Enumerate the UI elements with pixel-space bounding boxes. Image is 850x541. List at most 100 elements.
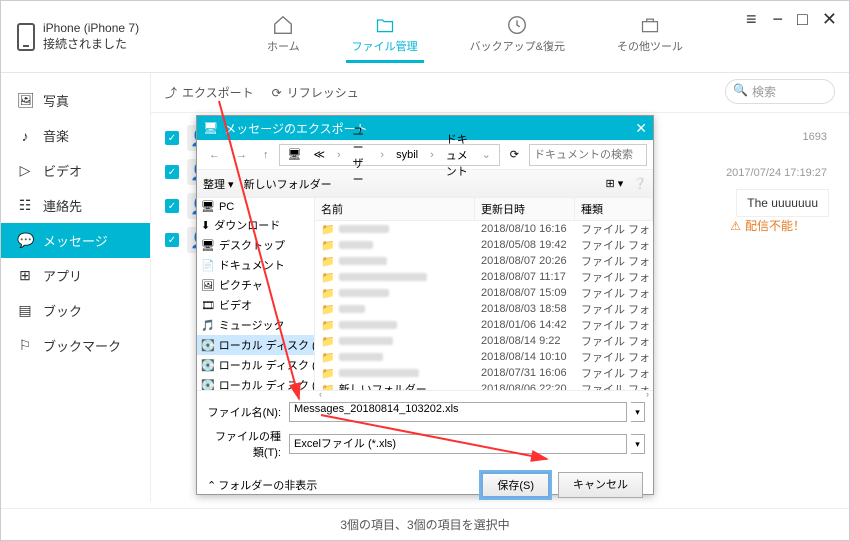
file-type: ファイル フォ [575,269,653,285]
file-row[interactable]: 📁 2018/08/14 10:10ファイル フォ [315,349,653,365]
search-input[interactable]: 検索 [725,79,835,104]
export-icon: ⤴ [165,84,177,101]
file-type: ファイル フォ [575,237,653,253]
sidebar-item-video[interactable]: ▷ビデオ [1,153,150,188]
help-button[interactable]: ❔ [633,177,647,190]
new-folder-button[interactable]: 新しいフォルダー [244,176,332,192]
col-date[interactable]: 更新日時 [475,198,575,220]
file-row[interactable]: 📁2018/08/07 15:09ファイル フォ [315,285,653,301]
tab-files[interactable]: ファイル管理 [346,10,424,63]
file-row[interactable]: 📁2018/08/03 18:58ファイル フォ [315,301,653,317]
tab-backup[interactable]: バックアップ&復元 [464,10,571,63]
dialog-path-bar: ← → ↑ 🖥 ≪› ユーザー› sybil› ドキュメント ⌄ ⟳ [197,140,653,170]
sidebar-item-books[interactable]: ▤ブック [1,293,150,328]
app-window: ≡ − □ ✕ iPhone (iPhone 7) 接続されました ホーム [0,0,850,541]
tree-item-label: ミュージック [219,317,285,333]
tree-item-icon: 📄 [201,259,215,272]
file-row[interactable]: 📁2018/08/10 16:16ファイル フォ [315,221,653,237]
folder-icon: 📁 [321,383,335,391]
window-controls: ≡ − □ ✕ [746,9,837,30]
file-row[interactable]: 📁2018/08/07 11:17ファイル フォ [315,269,653,285]
tree-item[interactable]: 🎵ミュージック [197,315,314,335]
file-row[interactable]: 📁2018/01/06 14:42ファイル フォ [315,317,653,333]
tree-item[interactable]: ⬇ダウンロード [197,215,314,235]
tree-item[interactable]: 🎞ビデオ [197,295,314,315]
sidebar-item-music[interactable]: ♪音楽 [1,118,150,153]
tree-item[interactable]: 🖥PC [197,198,314,215]
dialog-close-button[interactable]: ✕ [635,120,647,137]
file-type: ファイル フォ [575,349,653,365]
message-bubble: The uuuuuuu [736,189,829,217]
save-button[interactable]: 保存(S) [481,472,550,498]
tree-item[interactable]: 💽ローカル ディスク (D:) [197,355,314,375]
view-options-button[interactable]: ⊞ ▾ [606,177,624,190]
folder-tree[interactable]: 🖥PC⬇ダウンロード🖥デスクトップ 📄 ドキュメント 🖼ピクチャ🎞ビデオ🎵ミュージック… [197,198,315,390]
organize-menu[interactable]: 整理 ▾ [203,176,234,192]
checkbox-icon[interactable]: ✓ [165,199,179,213]
tab-home[interactable]: ホーム [261,10,306,63]
sidebar-label: 写真 [43,91,69,110]
dialog-fields: ファイル名(N): Messages_20180814_103202.xls ▾… [197,396,653,460]
file-row[interactable]: 📁2018/08/07 20:26ファイル フォ [315,253,653,269]
sidebar-item-messages[interactable]: 💬メッセージ [1,223,150,258]
menu-icon[interactable]: ≡ [746,9,759,30]
filename-input[interactable]: Messages_20180814_103202.xls [289,402,627,422]
document-search-input[interactable] [529,144,647,166]
crumb-docs[interactable]: ドキュメント [442,131,474,179]
file-row[interactable]: 📁2018/07/31 16:06ファイル フォ [315,365,653,381]
refresh-button[interactable]: ⟳リフレッシュ [272,84,359,101]
export-button[interactable]: ⤴エクスポート [165,84,254,101]
tree-item[interactable]: 📄 ドキュメント [197,255,314,275]
tab-tools[interactable]: その他ツール [611,10,689,63]
folder-icon: 📁 [321,239,335,252]
file-list[interactable]: 名前 更新日時 種類 📁2018/08/10 16:16ファイル フォ📁2018… [315,198,653,390]
col-name[interactable]: 名前 [315,198,475,220]
filetype-dropdown[interactable]: ▾ [631,434,645,454]
dialog-body: 🖥PC⬇ダウンロード🖥デスクトップ 📄 ドキュメント 🖼ピクチャ🎞ビデオ🎵ミュージック… [197,198,653,390]
checkbox-icon[interactable]: ✓ [165,131,179,145]
filetype-select[interactable]: Excelファイル (*.xls) [289,434,627,454]
sidebar-item-apps[interactable]: ⊞アプリ [1,258,150,293]
folder-icon [371,14,399,36]
checkbox-icon[interactable]: ✓ [165,165,179,179]
tree-item[interactable]: 🖥デスクトップ [197,235,314,255]
sidebar-item-photo[interactable]: 🖼 写真 [1,83,150,118]
back-button[interactable]: ← [203,149,226,161]
close-button[interactable]: ✕ [822,9,837,30]
crumb-disk[interactable]: ≪ [309,148,329,161]
dialog-titlebar: 🖥 メッセージのエクスポート ✕ [197,116,653,140]
sidebar-item-contacts[interactable]: ☷連絡先 [1,188,150,223]
path-refresh-button[interactable]: ⟳ [504,148,525,161]
filename-dropdown[interactable]: ▾ [631,402,645,422]
tree-item[interactable]: 🖼ピクチャ [197,275,314,295]
tree-item-label: ピクチャ [219,277,263,293]
file-name-redacted [339,225,389,233]
tree-item[interactable]: 💽ローカル ディスク (E:) [197,375,314,390]
file-date: 2018/08/14 10:10 [475,351,575,363]
checkbox-icon[interactable]: ✓ [165,233,179,247]
col-type[interactable]: 種類 [575,198,653,220]
breadcrumb[interactable]: 🖥 ≪› ユーザー› sybil› ドキュメント ⌄ [279,144,500,166]
up-button[interactable]: ↑ [257,149,275,161]
folder-icon: 📁 [321,351,335,364]
file-row[interactable]: 📁2018/08/14 9:22ファイル フォ [315,333,653,349]
tree-item-label: ローカル ディスク (C:) [219,337,315,353]
file-row[interactable]: 📁2018/05/08 19:42ファイル フォ [315,237,653,253]
crumb-user[interactable]: ユーザー [349,123,373,187]
chevron-up-icon: ⌃ [207,479,216,492]
crumb-name[interactable]: sybil [392,149,422,161]
tab-home-label: ホーム [267,38,300,54]
file-row[interactable]: 📁新しいフォルダー2018/08/06 22:20ファイル フォ [315,381,653,390]
disk-icon: 🖥 [284,148,306,161]
sidebar-item-bookmarks[interactable]: ⚐ブックマーク [1,328,150,363]
device-name: iPhone (iPhone 7) [43,21,139,37]
minimize-button[interactable]: − [773,9,784,30]
forward-button[interactable]: → [230,149,253,161]
maximize-button[interactable]: □ [797,9,808,30]
hide-folders-toggle[interactable]: ⌃フォルダーの非表示 [207,477,317,493]
chevron-down-icon[interactable]: ⌄ [478,148,495,161]
photo-icon: 🖼 [17,92,33,109]
tree-item-label: ドキュメント [219,257,285,273]
cancel-button[interactable]: キャンセル [558,472,643,498]
tree-item[interactable]: 💽ローカル ディスク (C:) [197,335,314,355]
